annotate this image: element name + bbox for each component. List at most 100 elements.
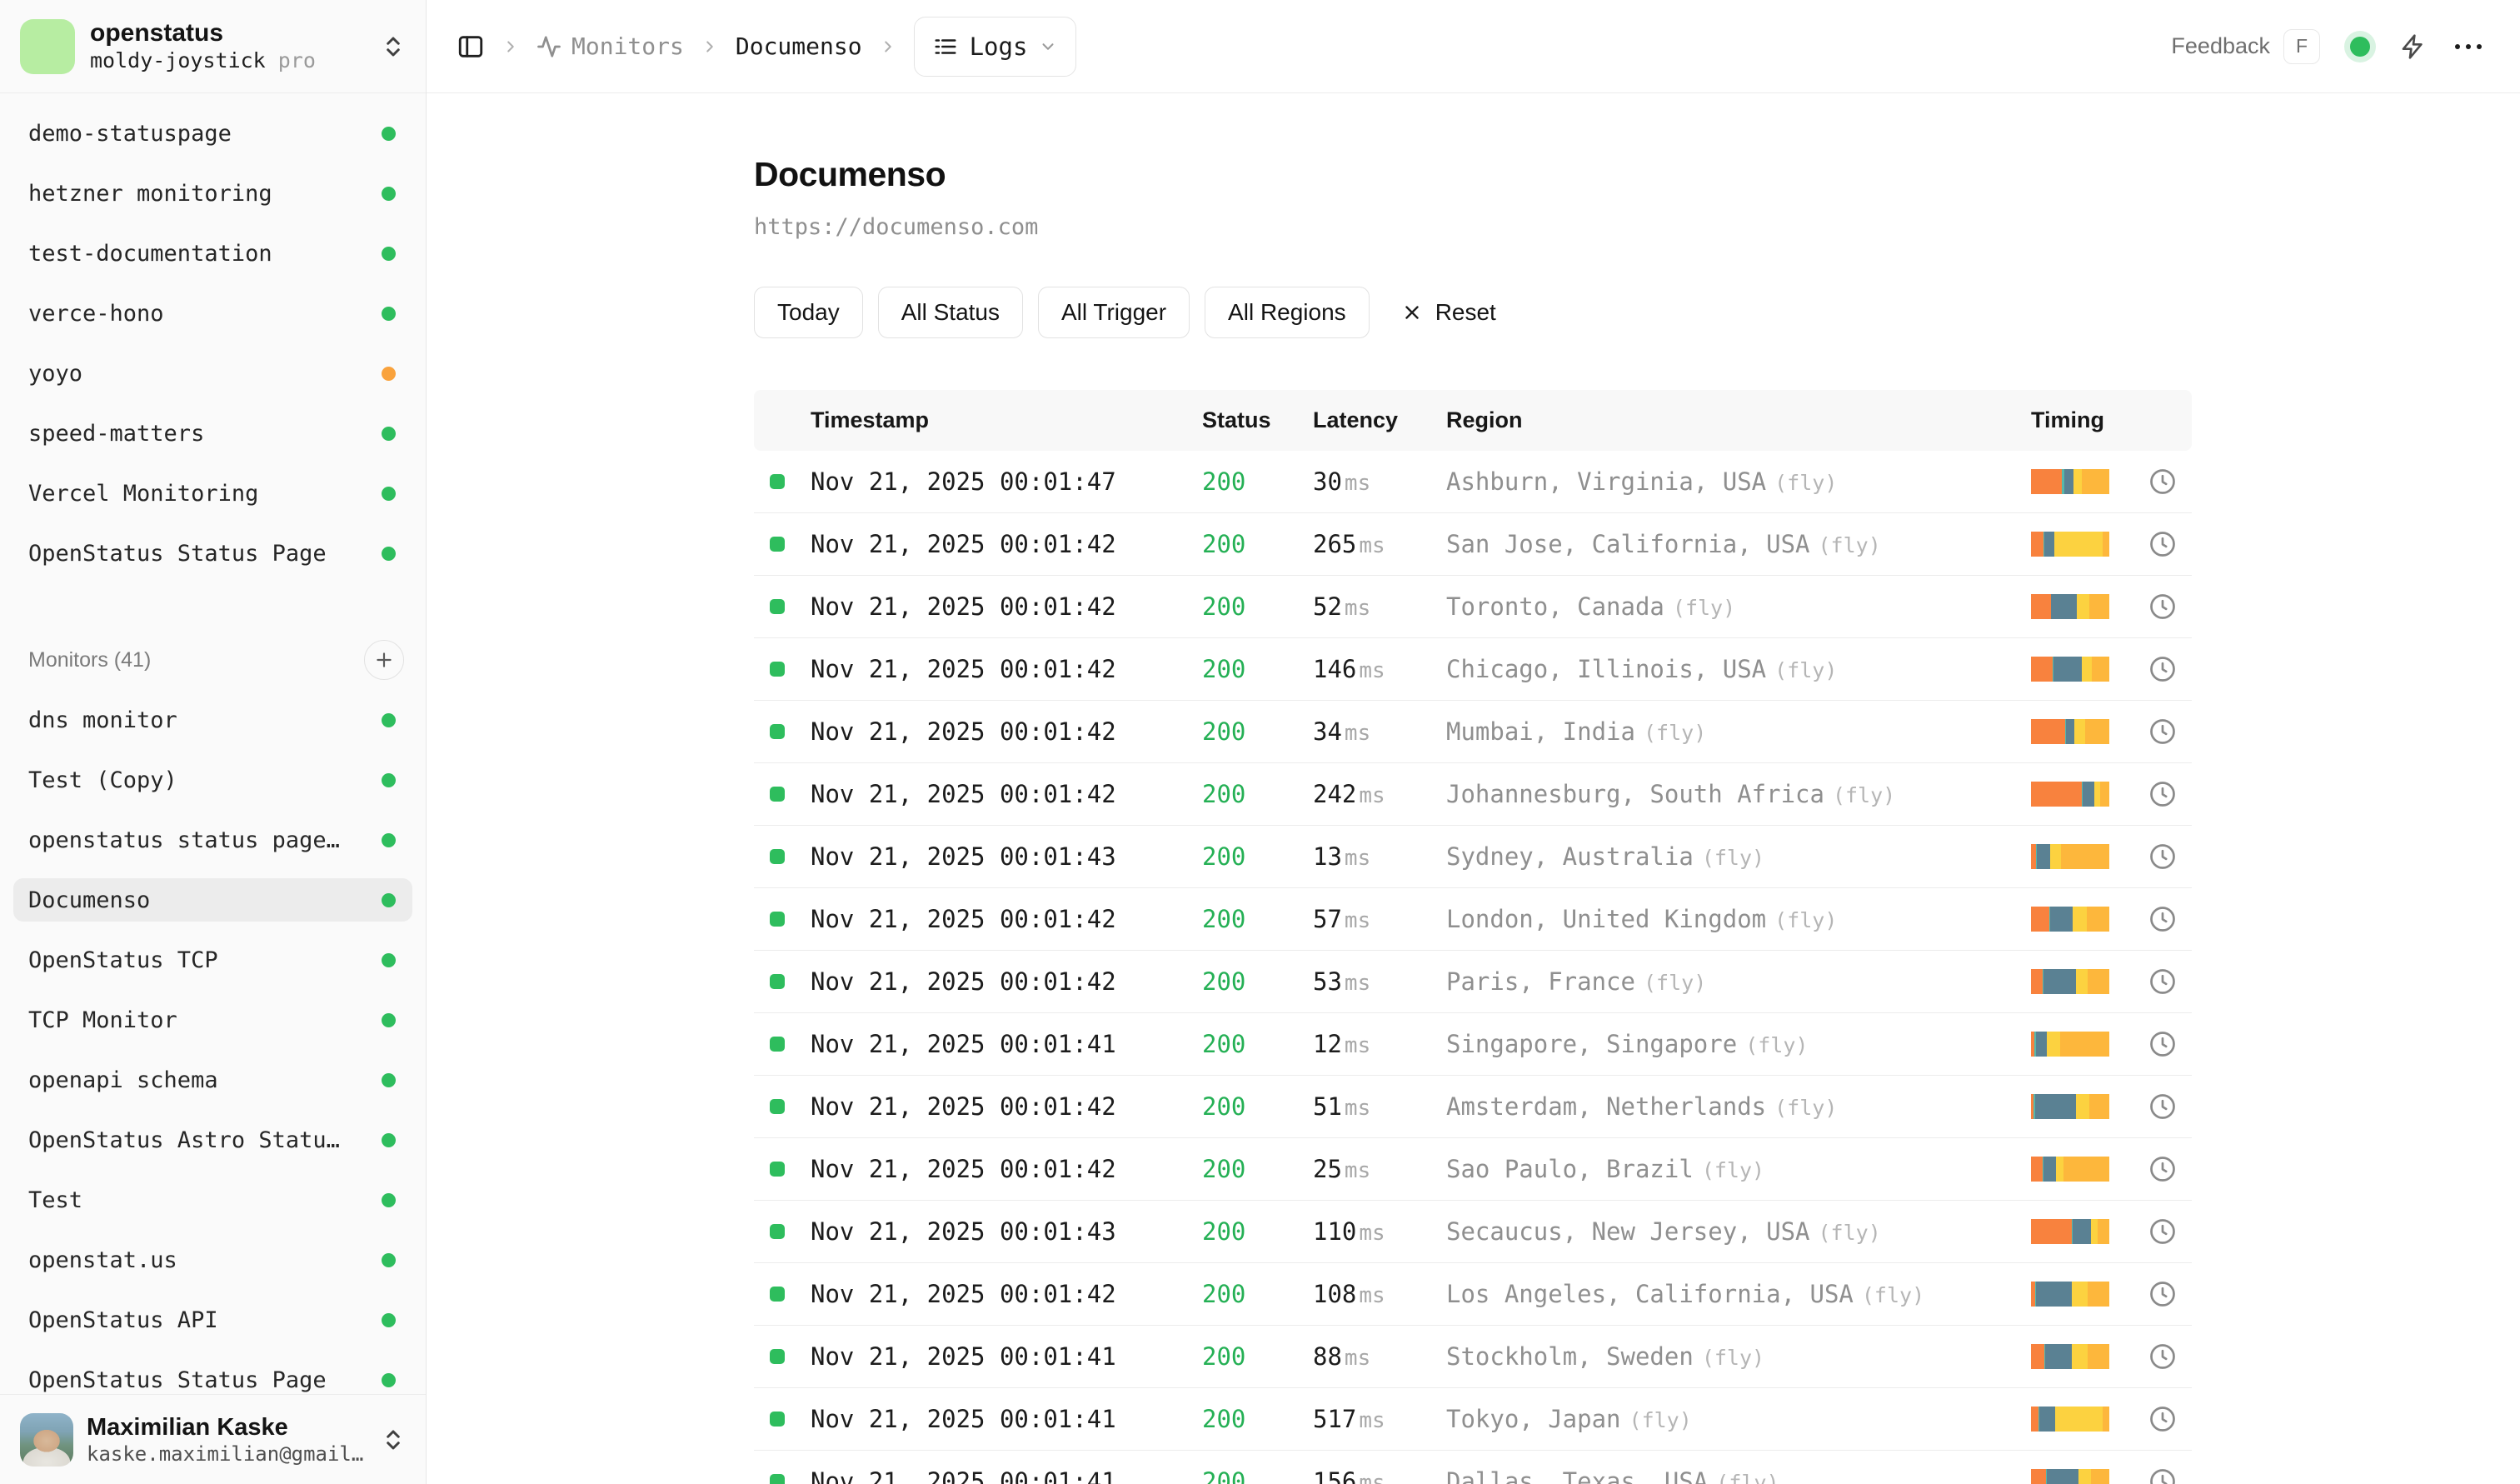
row-region: London, United Kingdom(fly) xyxy=(1446,905,2031,933)
sidebar-item-openstatus-astro-statu[interactable]: OpenStatus Astro Statu… xyxy=(13,1118,412,1162)
timing-segment-tls xyxy=(2066,719,2073,744)
clock-icon[interactable] xyxy=(2148,1404,2178,1434)
row-region-name: Tokyo, Japan xyxy=(1446,1405,1621,1433)
sidebar-item-verce-hono[interactable]: verce-hono xyxy=(13,292,412,335)
sidebar-item-tcp-monitor[interactable]: TCP Monitor xyxy=(13,998,412,1042)
table-row[interactable]: Nov 21, 2025 00:01:42 200 25ms Sao Paulo… xyxy=(754,1138,2192,1201)
sidebar-item-test-documentation[interactable]: test-documentation xyxy=(13,232,412,275)
sidebar-item-openstatus-api[interactable]: OpenStatus API xyxy=(13,1298,412,1342)
table-row[interactable]: Nov 21, 2025 00:01:42 200 265ms San Jose… xyxy=(754,513,2192,576)
timing-segment-ttfb xyxy=(2078,1469,2091,1484)
clock-icon[interactable] xyxy=(2148,717,2178,747)
filter-regions-button[interactable]: All Regions xyxy=(1205,287,1370,338)
table-row[interactable]: Nov 21, 2025 00:01:42 200 34ms Mumbai, I… xyxy=(754,701,2192,763)
table-row[interactable]: Nov 21, 2025 00:01:42 200 57ms London, U… xyxy=(754,888,2192,951)
table-row[interactable]: Nov 21, 2025 00:01:42 200 51ms Amsterdam… xyxy=(754,1076,2192,1138)
sidebar-item-openstatus-status-page[interactable]: openstatus status page… xyxy=(13,818,412,862)
timing-segment-transfer xyxy=(2063,1157,2109,1182)
row-status-square xyxy=(770,599,785,614)
sidebar-item-openapi-schema[interactable]: openapi schema xyxy=(13,1058,412,1102)
monitor-status-dot xyxy=(382,487,396,501)
zap-icon[interactable] xyxy=(2400,33,2427,60)
breadcrumb-page[interactable]: Documenso xyxy=(736,32,862,60)
timing-bar xyxy=(2031,907,2109,932)
table-row[interactable]: Nov 21, 2025 00:01:42 200 108ms Los Ange… xyxy=(754,1263,2192,1326)
row-latency-unit: ms xyxy=(1359,1283,1385,1308)
sidebar-item-hetzner-monitoring[interactable]: hetzner monitoring xyxy=(13,172,412,215)
sidebar-toggle-icon[interactable] xyxy=(457,32,485,61)
timing-segment-tls xyxy=(2044,532,2054,557)
breadcrumb-monitors[interactable]: Monitors xyxy=(536,32,684,60)
table-row[interactable]: Nov 21, 2025 00:01:42 200 52ms Toronto, … xyxy=(754,576,2192,638)
topbar: Monitors Documenso Logs Feedback xyxy=(427,0,2520,93)
row-region-provider: (fly) xyxy=(1819,533,1881,557)
filter-status-button[interactable]: All Status xyxy=(878,287,1023,338)
sidebar-item-test-copy[interactable]: Test (Copy) xyxy=(13,758,412,802)
sidebar-item-vercel-monitoring[interactable]: Vercel Monitoring xyxy=(13,472,412,515)
clock-icon[interactable] xyxy=(2148,467,2178,497)
table-row[interactable]: Nov 21, 2025 00:01:41 200 156ms Dallas, … xyxy=(754,1451,2192,1484)
sidebar-item-test[interactable]: Test xyxy=(13,1178,412,1222)
row-status-code: 200 xyxy=(1202,842,1313,871)
sidebar-item-yoyo[interactable]: yoyo xyxy=(13,352,412,395)
sidebar-item-openstatus-tcp[interactable]: OpenStatus TCP xyxy=(13,938,412,982)
timing-segment-tls xyxy=(2035,1094,2076,1119)
clock-icon[interactable] xyxy=(2148,1342,2178,1372)
row-region-name: Singapore, Singapore xyxy=(1446,1030,1737,1058)
clock-icon[interactable] xyxy=(2148,1467,2178,1484)
user-menu[interactable]: Maximilian Kaske kaske.maximilian@gmail… xyxy=(0,1394,426,1484)
sidebar-item-demo-statuspage[interactable]: demo-statuspage xyxy=(13,112,412,155)
row-status-code: 200 xyxy=(1202,592,1313,621)
view-selector-button[interactable]: Logs xyxy=(914,17,1077,77)
table-row[interactable]: Nov 21, 2025 00:01:42 200 53ms Paris, Fr… xyxy=(754,951,2192,1013)
clock-icon[interactable] xyxy=(2148,779,2178,809)
row-region-provider: (fly) xyxy=(1702,846,1764,870)
sidebar-item-speed-matters[interactable]: speed-matters xyxy=(13,412,412,455)
sidebar-item-dns-monitor[interactable]: dns monitor xyxy=(13,698,412,742)
feedback-button[interactable]: Feedback F xyxy=(2171,29,2320,64)
clock-icon[interactable] xyxy=(2148,1029,2178,1059)
row-region-provider: (fly) xyxy=(1629,1408,1692,1432)
table-row[interactable]: Nov 21, 2025 00:01:41 200 517ms Tokyo, J… xyxy=(754,1388,2192,1451)
clock-icon[interactable] xyxy=(2148,842,2178,872)
clock-icon[interactable] xyxy=(2148,529,2178,559)
table-row[interactable]: Nov 21, 2025 00:01:41 200 12ms Singapore… xyxy=(754,1013,2192,1076)
add-monitor-button[interactable] xyxy=(364,640,404,680)
table-row[interactable]: Nov 21, 2025 00:01:47 200 30ms Ashburn, … xyxy=(754,451,2192,513)
sidebar-item-openstat-us[interactable]: openstat.us xyxy=(13,1238,412,1282)
row-latency-value: 88 xyxy=(1313,1342,1342,1371)
table-row[interactable]: Nov 21, 2025 00:01:43 200 13ms Sydney, A… xyxy=(754,826,2192,888)
clock-icon[interactable] xyxy=(2148,1279,2178,1309)
clock-icon[interactable] xyxy=(2148,592,2178,622)
filter-trigger-button[interactable]: All Trigger xyxy=(1038,287,1190,338)
user-email: kaske.maximilian@gmail… xyxy=(87,1442,367,1467)
row-latency-value: 156 xyxy=(1313,1467,1356,1484)
sidebar-item-documenso[interactable]: Documenso xyxy=(13,878,412,922)
clock-icon[interactable] xyxy=(2148,967,2178,997)
clock-icon[interactable] xyxy=(2148,904,2178,934)
clock-icon[interactable] xyxy=(2148,1154,2178,1184)
row-latency-unit: ms xyxy=(1345,971,1370,996)
more-options-button[interactable] xyxy=(2450,39,2487,54)
row-status-code: 200 xyxy=(1202,1280,1313,1308)
row-latency-value: 52 xyxy=(1313,592,1342,621)
row-latency: 146ms xyxy=(1313,655,1446,683)
clock-icon[interactable] xyxy=(2148,1217,2178,1247)
row-latency-unit: ms xyxy=(1345,471,1370,496)
row-region: Singapore, Singapore(fly) xyxy=(1446,1030,2031,1058)
row-timestamp: Nov 21, 2025 00:01:43 xyxy=(811,1217,1202,1246)
clock-icon[interactable] xyxy=(2148,654,2178,684)
table-row[interactable]: Nov 21, 2025 00:01:42 200 146ms Chicago,… xyxy=(754,638,2192,701)
sidebar-item-openstatus-status-page[interactable]: OpenStatus Status Page xyxy=(13,1358,412,1394)
table-row[interactable]: Nov 21, 2025 00:01:43 200 110ms Secaucus… xyxy=(754,1201,2192,1263)
filter-date-button[interactable]: Today xyxy=(754,287,863,338)
workspace-switcher[interactable]: openstatus moldy-joystick pro xyxy=(0,0,426,93)
reset-filters-button[interactable]: Reset xyxy=(1385,287,1513,338)
clock-icon[interactable] xyxy=(2148,1092,2178,1122)
monitor-status-dot xyxy=(382,893,396,907)
row-latency-unit: ms xyxy=(1345,596,1370,621)
table-row[interactable]: Nov 21, 2025 00:01:42 200 242ms Johannes… xyxy=(754,763,2192,826)
sidebar-item-openstatus-status-page[interactable]: OpenStatus Status Page xyxy=(13,532,412,575)
system-status-dot[interactable] xyxy=(2350,37,2370,57)
table-row[interactable]: Nov 21, 2025 00:01:41 200 88ms Stockholm… xyxy=(754,1326,2192,1388)
